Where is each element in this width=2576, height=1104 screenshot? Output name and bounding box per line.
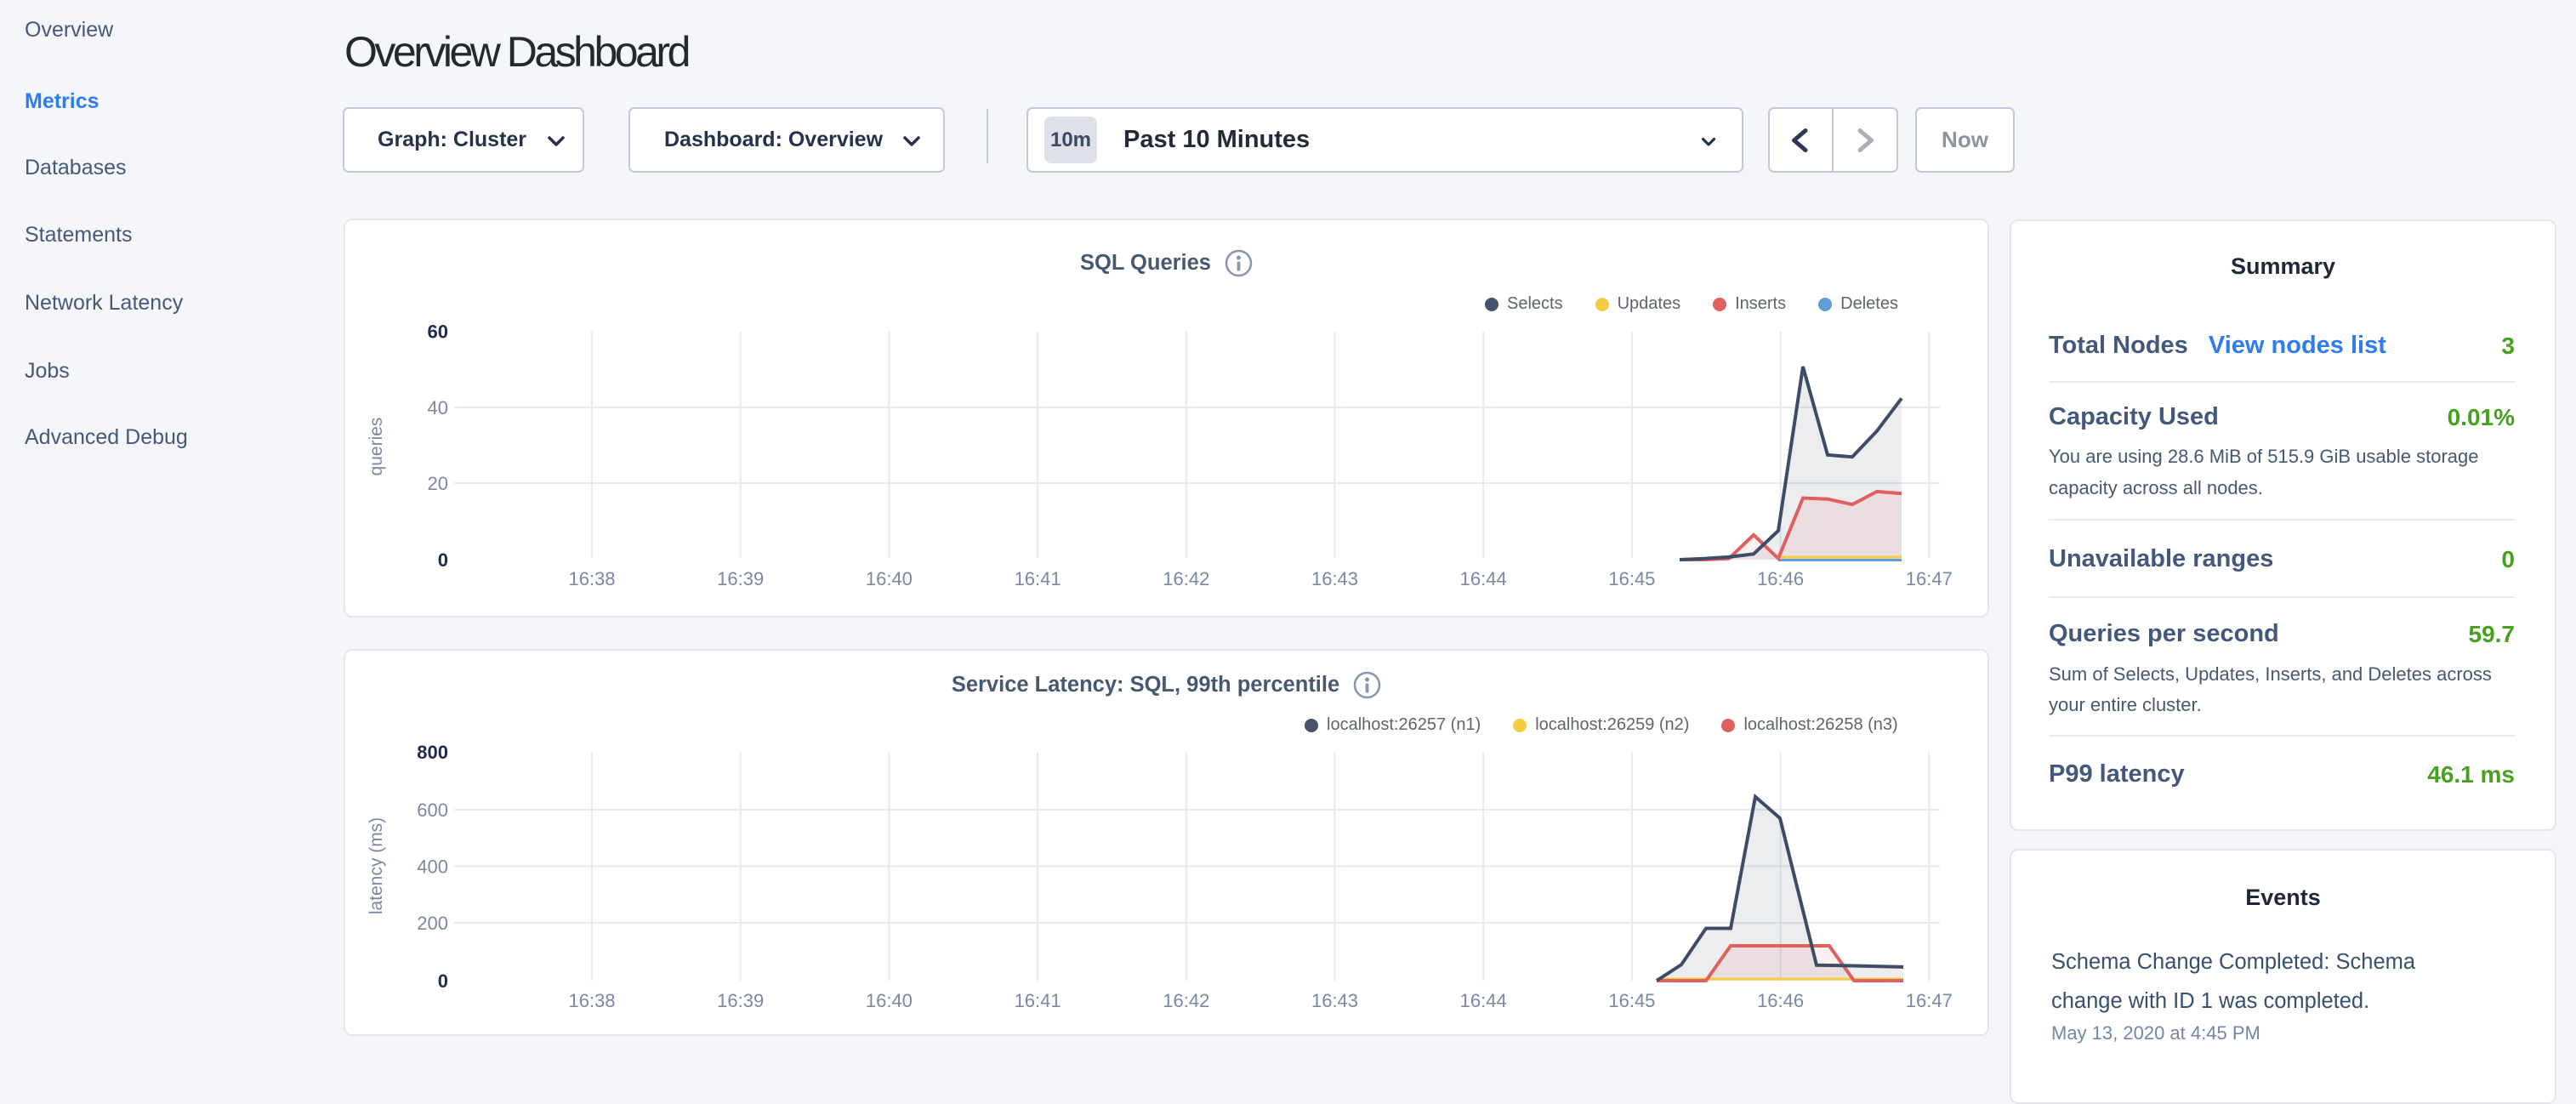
svg-text:16:46: 16:46 [1757,990,1804,1011]
svg-text:16:39: 16:39 [717,990,764,1011]
svg-text:16:41: 16:41 [1015,568,1061,589]
svg-text:16:42: 16:42 [1163,990,1209,1011]
svg-text:0: 0 [438,970,448,992]
svg-text:40: 40 [428,397,448,418]
svg-text:16:41: 16:41 [1015,990,1061,1011]
svg-text:16:44: 16:44 [1460,568,1507,589]
svg-text:600: 600 [417,800,448,821]
svg-text:16:45: 16:45 [1608,568,1655,589]
svg-text:20: 20 [428,473,448,494]
svg-text:16:40: 16:40 [866,568,913,589]
svg-text:16:42: 16:42 [1163,568,1209,589]
svg-text:16:47: 16:47 [1906,568,1953,589]
svg-text:16:44: 16:44 [1460,990,1507,1011]
svg-text:16:46: 16:46 [1757,568,1804,589]
svg-text:16:43: 16:43 [1311,568,1358,589]
svg-text:16:43: 16:43 [1311,990,1358,1011]
svg-text:400: 400 [417,856,448,878]
svg-text:latency (ms): latency (ms) [367,817,386,914]
svg-text:60: 60 [428,322,448,343]
svg-text:16:38: 16:38 [568,990,615,1011]
svg-text:800: 800 [417,742,448,763]
svg-text:16:38: 16:38 [568,568,615,589]
svg-text:0: 0 [438,549,448,571]
svg-text:16:45: 16:45 [1608,990,1655,1011]
svg-text:200: 200 [417,913,448,934]
svg-text:16:40: 16:40 [866,990,913,1011]
svg-text:16:47: 16:47 [1906,990,1953,1011]
svg-text:16:39: 16:39 [717,568,764,589]
svg-text:queries: queries [367,418,386,476]
